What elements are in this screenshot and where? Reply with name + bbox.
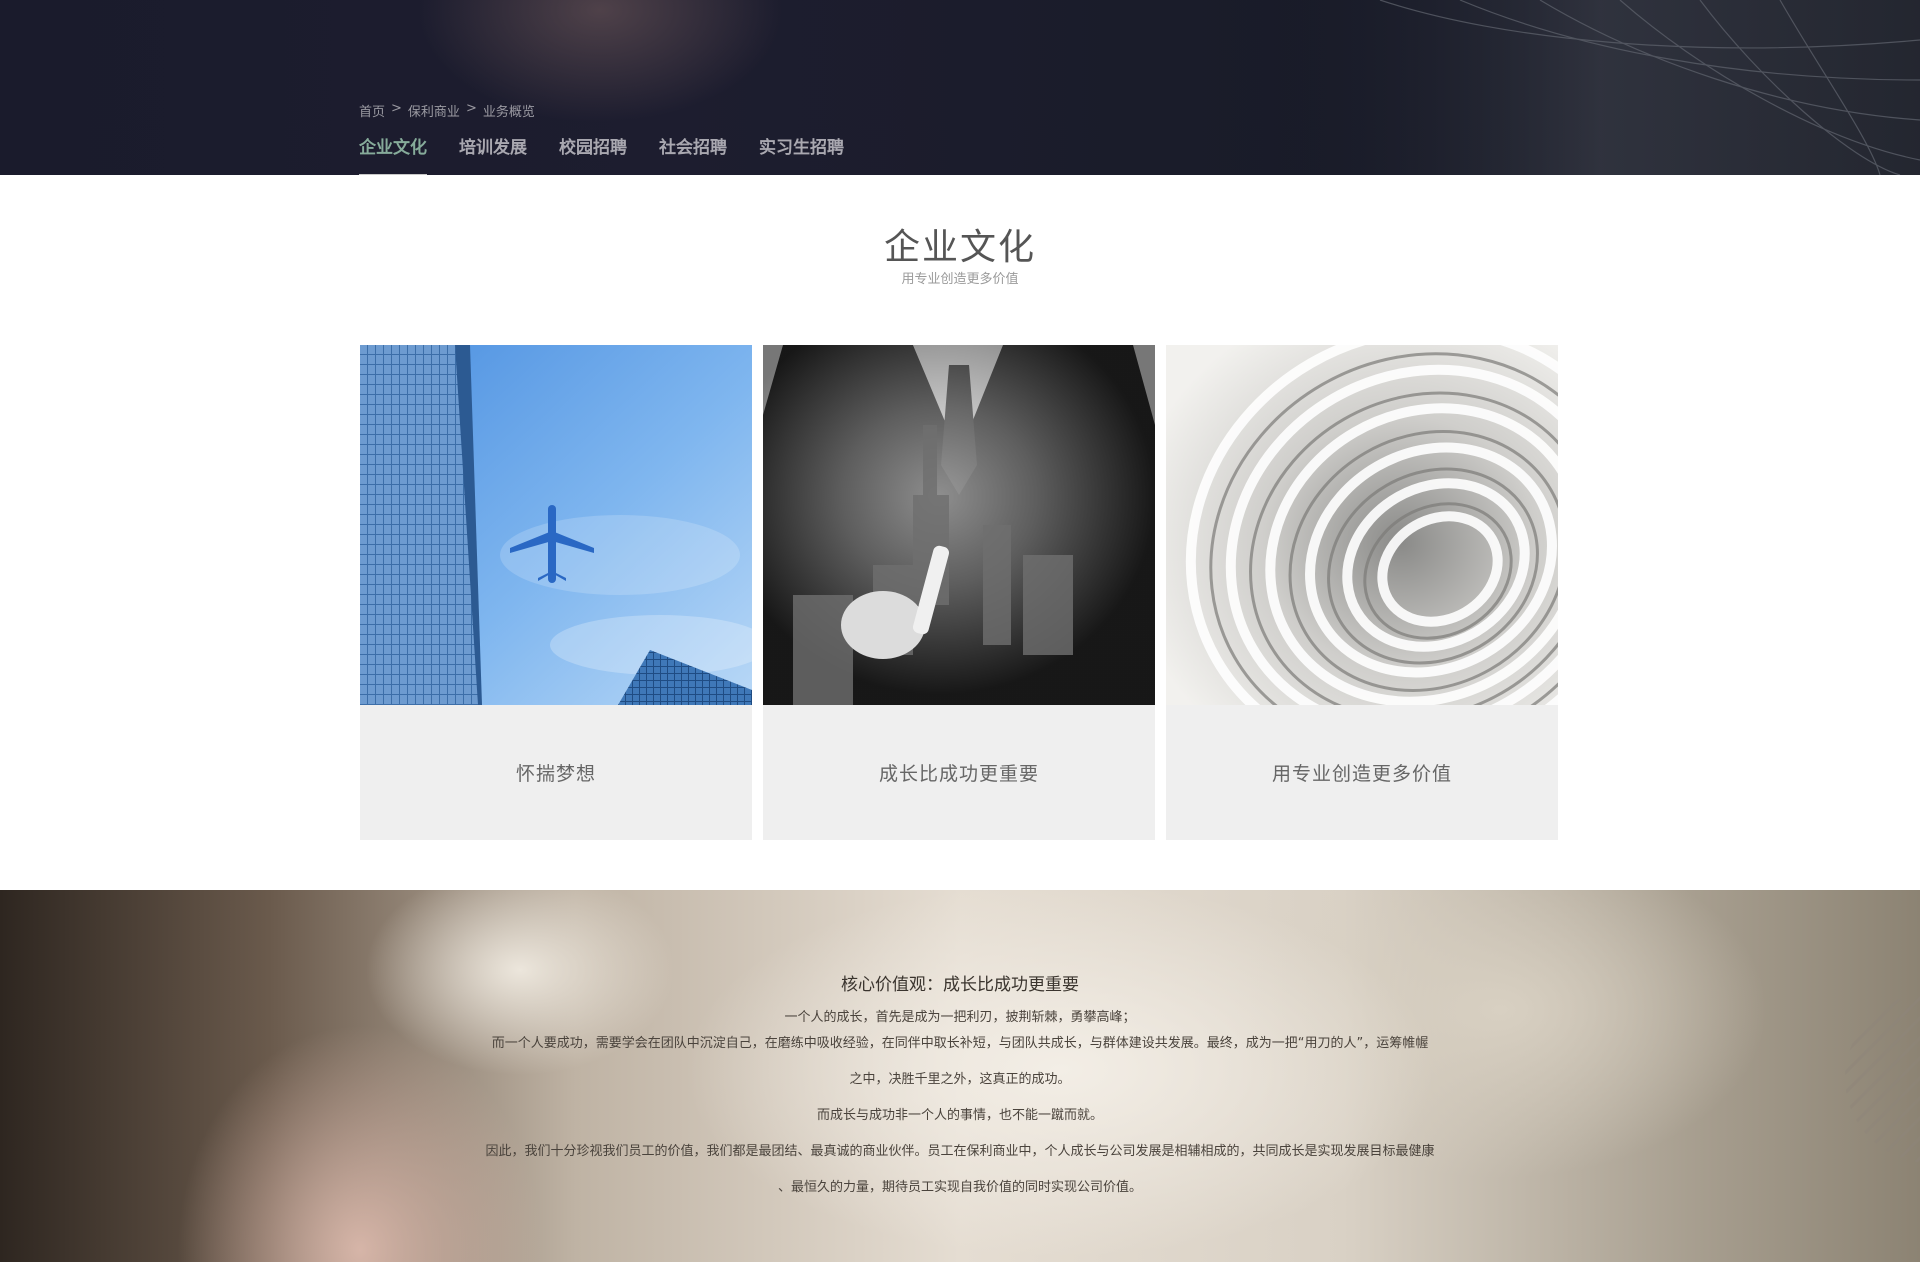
culture-card-professional[interactable]: 用专业创造更多价值 (1166, 345, 1558, 840)
card-label: 用专业创造更多价值 (1271, 763, 1452, 785)
card-label: 成长比成功更重要 (878, 763, 1039, 785)
core-values-line: 而一个人要成功，需要学会在团队中沉淀自己，在磨练中吸收经验，在同伴中取长补短，与… (491, 1036, 1429, 1051)
core-values-line: 、最恒久的力量，期待员工实现自我价值的同时实现公司价值。 (777, 1180, 1142, 1195)
core-values-line: 而成长与成功非一个人的事情，也不能一蹴而就。 (816, 1108, 1103, 1123)
breadcrumb: 首页 > 保利商业 > 业务概览 (359, 101, 535, 120)
section-subtitle: 用专业创造更多价值 (901, 272, 1019, 287)
breadcrumb-separator: > (391, 101, 402, 116)
core-values-title: 核心价值观：成长比成功更重要 (841, 975, 1079, 995)
breadcrumb-home[interactable]: 首页 (359, 101, 385, 120)
tab-training-development[interactable]: 培训发展 (459, 133, 527, 175)
airplane-skyscraper-image (360, 345, 752, 705)
sub-navigation: 企业文化 培训发展 校园招聘 社会招聘 实习生招聘 (359, 133, 844, 175)
breadcrumb-poly-commerce[interactable]: 保利商业 (408, 101, 460, 120)
culture-cards: 怀揣梦想 成长比成功更重要 用专业创造更多价值 (360, 345, 1558, 840)
tab-corporate-culture[interactable]: 企业文化 (359, 133, 427, 175)
breadcrumb-separator: > (465, 101, 477, 116)
breadcrumb-business-overview[interactable]: 业务概览 (483, 101, 535, 120)
hero-swirl-graphic (1280, 0, 1920, 175)
core-values-line: 之中，决胜千里之外，这真正的成功。 (849, 1072, 1071, 1087)
core-values-text: 核心价值观：成长比成功更重要 一个人的成长，首先是成为一把利刃，披荆斩棘，勇攀高… (0, 890, 1920, 1262)
core-values-line: 一个人的成长，首先是成为一把利刃，披荆斩棘，勇攀高峰； (784, 1010, 1136, 1025)
tab-campus-recruitment[interactable]: 校园招聘 (559, 133, 627, 175)
tab-social-recruitment[interactable]: 社会招聘 (659, 133, 727, 175)
hero-banner: 首页 > 保利商业 > 业务概览 企业文化 培训发展 校园招聘 社会招聘 实习生… (0, 0, 1920, 175)
section-title: 企业文化 (883, 227, 1036, 268)
tab-intern-recruitment[interactable]: 实习生招聘 (759, 133, 844, 175)
card-label: 怀揣梦想 (515, 763, 596, 785)
culture-card-dream[interactable]: 怀揣梦想 (360, 345, 752, 840)
spiral-sculpture-image (1166, 345, 1558, 705)
culture-card-growth[interactable]: 成长比成功更重要 (763, 345, 1155, 840)
businessman-city-image (763, 345, 1155, 705)
core-values-section: 核心价值观：成长比成功更重要 一个人的成长，首先是成为一把利刃，披荆斩棘，勇攀高… (0, 890, 1920, 1262)
core-values-line: 因此，我们十分珍视我们员工的价值，我们都是最团结、最真诚的商业伙伴。员工在保利商… (485, 1144, 1435, 1159)
